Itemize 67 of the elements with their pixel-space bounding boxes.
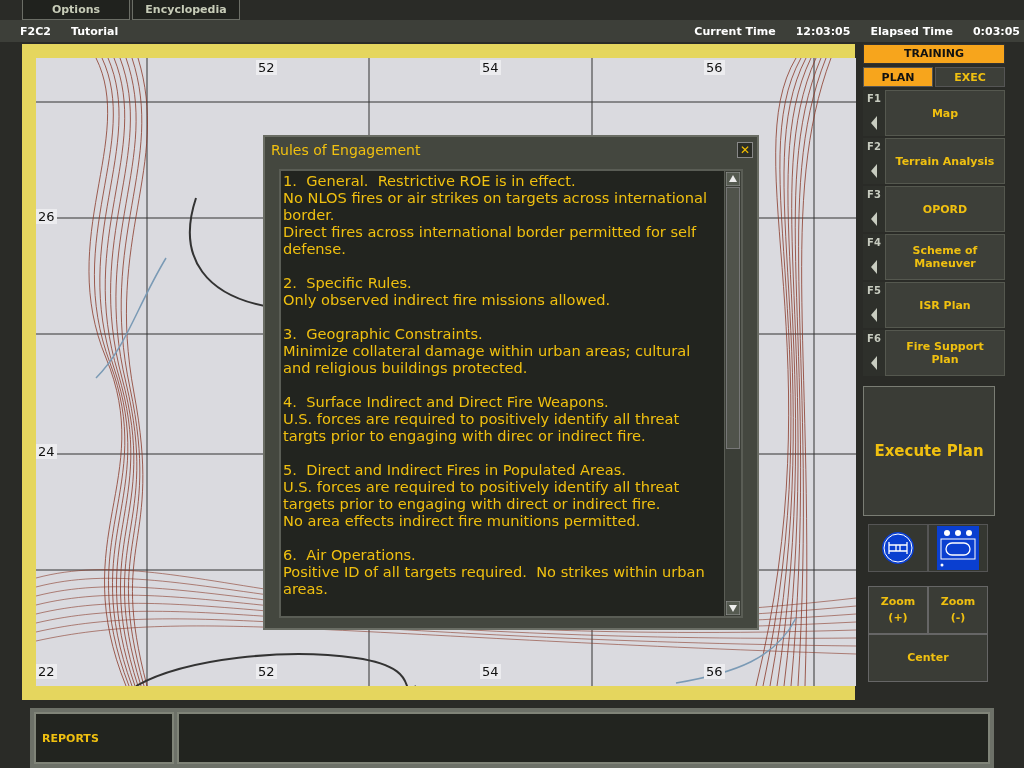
rule-text: No area effects indirect fire munitions permitted. [283, 512, 642, 529]
unit-symbol-icon [881, 531, 915, 565]
unit-symbol-button[interactable] [868, 524, 928, 572]
rule-text: 3. Geographic Constraints. [283, 325, 484, 342]
rule-text: 6. Air Operations. [283, 546, 417, 563]
rule-text: Direct fires across international border permitted for self defense. [283, 223, 698, 257]
dialog-title: Rules of Engagement [271, 142, 421, 158]
zoom-out-button[interactable]: Zoom (-) [928, 586, 988, 634]
mission-name: Tutorial [70, 24, 119, 38]
left-arrow-icon[interactable] [871, 212, 877, 226]
rule-text: 5. Direct and Indirect Fires in Populated Areas. [283, 461, 627, 478]
scrollbar[interactable] [724, 171, 741, 616]
grid-label: 54 [480, 664, 501, 679]
function-key-label: F6 [867, 333, 881, 344]
rule-text: U.S. forces are required to positively identify all threat targets prior to engaging with direct or indirect fire. [283, 478, 681, 512]
scroll-thumb[interactable] [726, 187, 740, 449]
elapsed-time: 0:03:05 [972, 24, 1020, 38]
grid-label: 26 [36, 209, 57, 224]
function-button[interactable]: Fire Support Plan [885, 330, 1005, 376]
left-arrow-icon[interactable] [871, 356, 877, 370]
function-button[interactable]: Map [885, 90, 1005, 136]
rule-text: Positive ID of all targets required. No strikes within urban areas. [283, 563, 706, 597]
close-button[interactable]: ✕ [737, 142, 753, 158]
elapsed-time-label: Elapsed Time [870, 24, 953, 38]
rule-text: Only observed indirect fire missions allowed. [283, 291, 612, 308]
rule-text: No NLOS fires or air strikes on targets across international border. [283, 189, 708, 223]
menu-tab[interactable]: Encyclopedia [132, 0, 240, 20]
rule-text: U.S. forces are required to positively identify all threat targts prior to engaging with direc or indirect fire. [283, 410, 681, 444]
left-arrow-icon[interactable] [871, 116, 877, 130]
function-key-label: F1 [867, 93, 881, 104]
function-button[interactable]: ISR Plan [885, 282, 1005, 328]
execute-plan-button[interactable]: Execute Plan [863, 386, 995, 516]
function-button[interactable]: Scheme of Maneuver [885, 234, 1005, 280]
menu-tab[interactable]: Options [22, 0, 130, 20]
grid-label: 24 [36, 444, 57, 459]
grid-label: 22 [36, 664, 57, 679]
rule-text: 1. General. Restrictive ROE is in effect. [283, 172, 577, 189]
center-button[interactable]: Center [868, 634, 988, 682]
control-panel-icon [937, 526, 979, 570]
mode-indicator: TRAINING [863, 44, 1005, 64]
grid-label: 56 [704, 664, 725, 679]
grid-label: 56 [704, 60, 725, 75]
function-key-label: F4 [867, 237, 881, 248]
phase-tab[interactable]: EXEC [935, 67, 1005, 87]
scroll-up-icon[interactable] [726, 172, 740, 186]
function-key-label: F2 [867, 141, 881, 152]
grid-label: 52 [256, 664, 277, 679]
grid-label: 54 [480, 60, 501, 75]
rule-text: 4. Surface Indirect and Direct Fire Weapons. [283, 393, 610, 410]
current-time: 12:03:05 [795, 24, 851, 38]
rule-text: Minimize collateral damage within urban areas; cultural and religious buildings protected. [283, 342, 692, 376]
function-key-label: F5 [867, 285, 881, 296]
function-key-label: F3 [867, 189, 881, 200]
left-arrow-icon[interactable] [871, 260, 877, 274]
overlay-button[interactable] [928, 524, 988, 572]
zoom-in-button[interactable]: Zoom (+) [868, 586, 928, 634]
current-time-label: Current Time [694, 24, 776, 38]
reports-button[interactable]: REPORTS [34, 712, 174, 764]
function-button[interactable]: OPORD [885, 186, 1005, 232]
grid-label: 52 [256, 60, 277, 75]
left-arrow-icon[interactable] [871, 164, 877, 178]
mission-code: F2C2 [20, 24, 51, 38]
scroll-down-icon[interactable] [726, 601, 740, 615]
left-arrow-icon[interactable] [871, 308, 877, 322]
function-button[interactable]: Terrain Analysis [885, 138, 1005, 184]
phase-tab[interactable]: PLAN [863, 67, 933, 87]
rule-text: 2. Specific Rules. [283, 274, 413, 291]
